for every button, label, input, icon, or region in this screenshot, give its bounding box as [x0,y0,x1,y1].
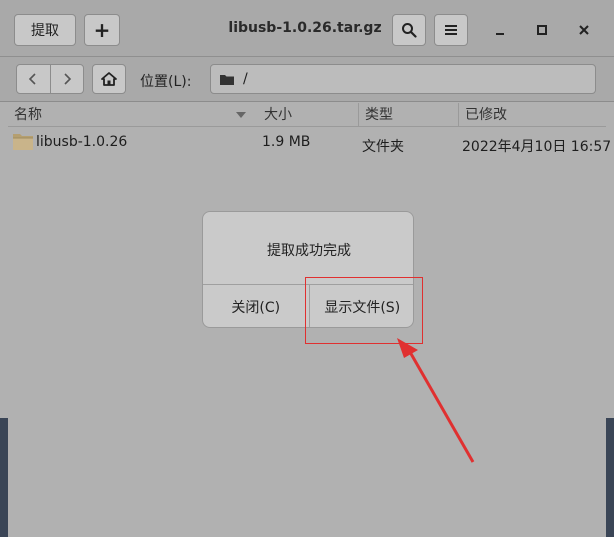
archive-manager-window: 提取 + libusb-1.0.26.tar.gz 位置(L): / 名称 大小… [0,0,614,537]
annotation-arrow-icon [397,338,475,463]
